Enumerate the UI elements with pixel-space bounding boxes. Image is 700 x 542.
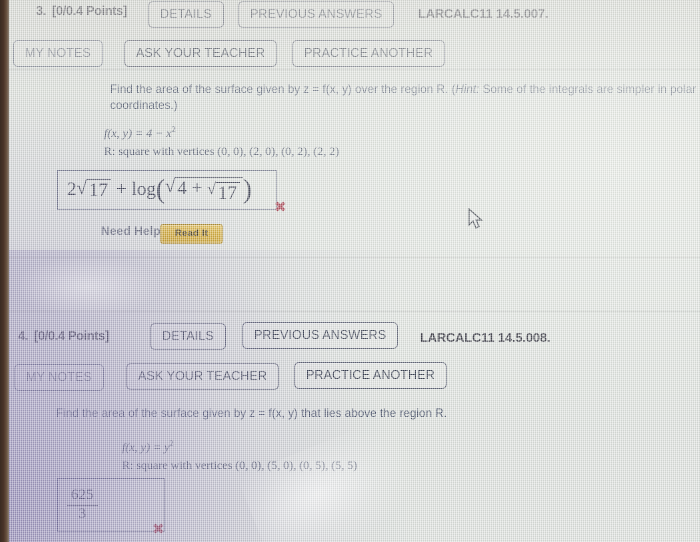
answer-radicand-1: 17 xyxy=(86,179,111,201)
paren-open: ( xyxy=(155,174,165,205)
practice-another-button-q3[interactable]: PRACTICE ANOTHER xyxy=(292,40,445,67)
sqrt-icon-inner: √ 4 + √ 17 xyxy=(164,175,243,204)
function-exponent: 2 xyxy=(169,438,174,448)
need-help-label-q3: Need Help? xyxy=(101,224,169,238)
radical-sign-inner: √ xyxy=(164,175,176,197)
function-exponent: 2 xyxy=(171,124,176,134)
ask-your-teacher-button-q3[interactable]: ASK YOUR TEACHER xyxy=(124,40,277,67)
question-number: 4. xyxy=(18,329,29,343)
question-points: [0/0.4 Points] xyxy=(52,4,128,18)
answer-operator: + xyxy=(115,179,127,200)
question-3-header: 3. [0/0.4 Points] xyxy=(36,4,127,18)
answer-coefficient: 2 xyxy=(67,179,77,200)
prompt-text-part1: Find the area of the surface given by z … xyxy=(110,83,456,96)
region-definition-q4: R: square with vertices (0, 0), (5, 0), … xyxy=(122,458,357,473)
answer-numerator: 625 xyxy=(71,486,94,503)
incorrect-x-icon-q3: ✖ xyxy=(274,198,287,216)
answer-inner-expression: 4 + √ 17 xyxy=(175,176,243,204)
answer-input-q4[interactable]: 625 3 xyxy=(57,478,165,532)
practice-another-button-q4[interactable]: PRACTICE ANOTHER xyxy=(294,362,447,389)
assignment-reference-q4: LARCALC11 14.5.008. xyxy=(420,330,551,345)
prompt-text-part2: Some of the integrals are simpler in pol… xyxy=(479,83,697,96)
answer-fraction: 625 3 xyxy=(67,486,98,523)
details-button-q4[interactable]: DETAILS xyxy=(150,323,226,350)
paren-close: ) xyxy=(242,174,252,205)
question-points: [0/0.4 Points] xyxy=(34,329,110,343)
region-definition-text: R: square with vertices (0, 0), (5, 0), … xyxy=(122,458,358,472)
previous-answers-button-q3[interactable]: PREVIOUS ANSWERS xyxy=(238,1,395,28)
function-definition-q4: f(x, y) = y2 xyxy=(122,438,174,455)
function-definition-text: f(x, y) = y xyxy=(122,440,170,454)
question-3-prompt: Find the area of the surface given by z … xyxy=(110,82,700,114)
function-definition-q3: f(x, y) = 4 − x2 xyxy=(104,124,176,141)
answer-inner-radicand: 17 xyxy=(215,181,240,204)
assignment-reference-q3: LARCALC11 14.5.007. xyxy=(418,6,549,21)
sqrt-icon-outer: √ 17 xyxy=(77,179,111,201)
sqrt-icon-innermost: √ 17 xyxy=(207,180,240,204)
answer-inner-lead: 4 + xyxy=(177,177,203,199)
radical-sign-innermost: √ xyxy=(207,180,216,198)
prompt-text-line1: Find the area of the surface given by z … xyxy=(56,407,447,420)
answer-log-label: log xyxy=(131,179,156,200)
details-button-q3[interactable]: DETAILS xyxy=(148,1,224,28)
radical-sign: √ xyxy=(76,178,87,200)
my-notes-button-q4[interactable]: MY NOTES xyxy=(14,364,104,391)
mouse-cursor-arrow-icon xyxy=(468,208,484,229)
region-definition-q3: R: square with vertices (0, 0), (2, 0), … xyxy=(104,144,339,159)
ask-your-teacher-button-q4[interactable]: ASK YOUR TEACHER xyxy=(126,363,279,390)
question-4-prompt: Find the area of the surface given by z … xyxy=(56,406,676,422)
answer-denominator: 3 xyxy=(67,504,98,523)
previous-answers-button-q4[interactable]: PREVIOUS ANSWERS xyxy=(242,322,399,349)
screenshot-root: 3. [0/0.4 Points] DETAILS PREVIOUS ANSWE… xyxy=(0,0,700,542)
incorrect-x-icon-q4: ✖ xyxy=(152,520,165,538)
read-it-button-q3[interactable]: Read It xyxy=(160,224,224,244)
prompt-text-line2: coordinates.) xyxy=(110,99,178,112)
question-4-header: 4. [0/0.4 Points] xyxy=(18,329,109,343)
function-definition-text: f(x, y) = 4 − x xyxy=(104,126,172,140)
my-notes-button-q3[interactable]: MY NOTES xyxy=(13,40,103,67)
prompt-hint-label: Hint: xyxy=(455,83,480,96)
answer-input-q3[interactable]: 2 √ 17 + log ( √ 4 + √ 17 ) xyxy=(57,170,277,210)
region-definition-text: R: square with vertices (0, 0), (2, 0), … xyxy=(104,144,340,158)
question-number: 3. xyxy=(36,4,47,18)
